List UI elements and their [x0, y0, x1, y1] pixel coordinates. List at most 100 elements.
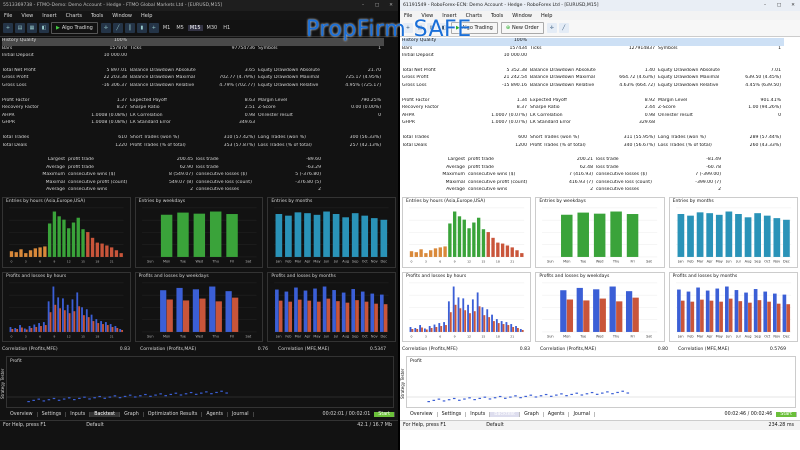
tab-backtest[interactable]: Backtest — [490, 412, 521, 417]
tab-journal[interactable]: Journal — [228, 412, 254, 417]
tab-graph[interactable]: Graph — [520, 412, 544, 417]
profit-bar — [500, 320, 503, 332]
start-button[interactable]: Start — [374, 412, 395, 417]
bar — [472, 222, 476, 257]
open-icon[interactable]: ▤ — [15, 23, 25, 33]
timeframe-m15[interactable]: M15 — [187, 25, 203, 31]
profit-bar — [423, 327, 426, 332]
line-icon[interactable]: ╱ — [112, 23, 123, 33]
tick-label: Jun — [323, 334, 329, 338]
timeframe-m30[interactable]: M30 — [205, 25, 220, 31]
tab-settings[interactable]: Settings — [38, 412, 67, 417]
tab-inputs[interactable]: Inputs — [66, 412, 91, 417]
tab-inputs[interactable]: Inputs — [466, 412, 491, 417]
profiles-icon[interactable]: ▦ — [27, 23, 37, 33]
minimize-icon[interactable]: – — [356, 3, 370, 8]
tick-label: 12 — [67, 334, 71, 338]
timeframe-h1[interactable]: H1 — [221, 25, 232, 31]
scatter-point — [452, 397, 456, 400]
candles-icon[interactable]: ▮ — [136, 23, 147, 33]
stat-value: 4.63% (664.72) — [619, 82, 655, 88]
bar — [28, 250, 33, 257]
loss-bar — [68, 312, 71, 332]
menu-tools[interactable]: Tools — [91, 13, 103, 19]
maximize-icon[interactable]: □ — [370, 3, 384, 8]
new-order-button[interactable]: ⊕ New Order — [500, 22, 544, 34]
timeframe-m1[interactable]: M1 — [161, 25, 173, 31]
stat-value: 790.25% — [360, 97, 381, 103]
menu-tools[interactable]: Tools — [491, 13, 503, 19]
stat-value: 21 242.54 — [503, 75, 527, 81]
stat-value: 2.51 — [244, 105, 255, 111]
stat-label: consecutive loss (count) — [596, 179, 652, 185]
profit-bar — [14, 327, 17, 332]
tick-label: Dec — [381, 260, 388, 264]
navigator-icon[interactable]: ◧ — [39, 23, 49, 33]
crosshair-icon[interactable]: ✛ — [100, 23, 111, 33]
tick-label: Feb — [687, 260, 693, 264]
profit-bar — [19, 324, 21, 332]
chart-pl-weekdays: Profits and losses by weekdays Sun Mon Tue W… — [535, 271, 665, 342]
stat-label: consecutive profit (count) — [68, 179, 128, 185]
start-button[interactable]: Start — [776, 412, 797, 417]
menu-window[interactable]: Window — [512, 13, 532, 19]
tab-graph[interactable]: Graph — [120, 412, 144, 417]
stat-label: Total Trades — [402, 135, 430, 141]
status-help: For Help, press F1 — [3, 423, 47, 428]
crosshair-icon[interactable]: ✛ — [546, 23, 557, 33]
stat-value — [596, 38, 658, 46]
loss-bar — [21, 327, 23, 332]
menu-help[interactable]: Help — [541, 13, 552, 19]
stat-label: Equity Drawdown Absolute — [658, 67, 720, 73]
stat-label: Balance Drawdown Absolute — [530, 67, 596, 73]
loss-bar — [326, 298, 331, 332]
profit-bar — [275, 289, 279, 332]
loss-bar — [497, 322, 500, 332]
timeframe-m5[interactable]: M5 — [174, 25, 186, 31]
scatter-point — [189, 391, 193, 394]
stat-label: consecutive loss (count) — [196, 179, 252, 185]
menu-view[interactable]: View — [21, 13, 33, 19]
tab-backtest[interactable]: Backtest — [90, 412, 121, 417]
bar — [433, 248, 438, 257]
tab-agents[interactable]: Agents — [544, 412, 570, 417]
profit-bar — [491, 314, 493, 332]
line-icon[interactable]: ╱ — [558, 23, 569, 33]
algo-trading-button[interactable]: ▶ Algo Trading — [51, 22, 98, 34]
tab-overview[interactable]: Overview — [6, 412, 38, 417]
scatter-point — [580, 394, 584, 396]
tick-label: Tue — [179, 334, 186, 338]
profit-bar — [414, 327, 417, 332]
menu-insert[interactable]: Insert — [42, 13, 56, 19]
maximize-icon[interactable]: □ — [772, 3, 786, 8]
close-icon[interactable]: ✕ — [384, 3, 398, 8]
loss-bar — [517, 327, 519, 332]
scatter-point — [67, 397, 71, 399]
tab-agents[interactable]: Agents — [202, 412, 229, 417]
tick-label: 21 — [110, 260, 114, 264]
bars-icon[interactable]: ┃ — [124, 23, 135, 33]
zoom-in-icon[interactable]: + — [148, 23, 159, 33]
bar — [594, 213, 606, 257]
stat-value: 2 — [590, 187, 593, 193]
tab-settings[interactable]: Settings — [438, 412, 467, 417]
menu-file[interactable]: File — [4, 13, 12, 19]
bar — [38, 247, 42, 257]
tab-overview[interactable]: Overview — [406, 412, 438, 417]
tick-label: Aug — [343, 260, 350, 264]
profit-bar — [705, 290, 710, 332]
tab-optimization-results[interactable]: Optimization Results — [144, 412, 203, 417]
left-terminal-window: 5513369738 - FTMO-Demo: Demo Account - H… — [0, 0, 398, 450]
menu-charts[interactable]: Charts — [66, 13, 82, 19]
tab-journal[interactable]: Journal — [569, 412, 596, 417]
loss-bar — [459, 307, 462, 332]
menu-help[interactable]: Help — [141, 13, 152, 19]
close-icon[interactable]: ✕ — [786, 3, 800, 8]
new-chart-icon[interactable]: + — [3, 23, 13, 33]
minimize-icon[interactable]: – — [758, 3, 772, 8]
row-gap — [2, 90, 384, 95]
chart-title: Entries by months — [271, 199, 313, 204]
tick-label: Jun — [323, 260, 329, 264]
menu-window[interactable]: Window — [112, 13, 132, 19]
tick-label: Aug — [744, 260, 751, 264]
